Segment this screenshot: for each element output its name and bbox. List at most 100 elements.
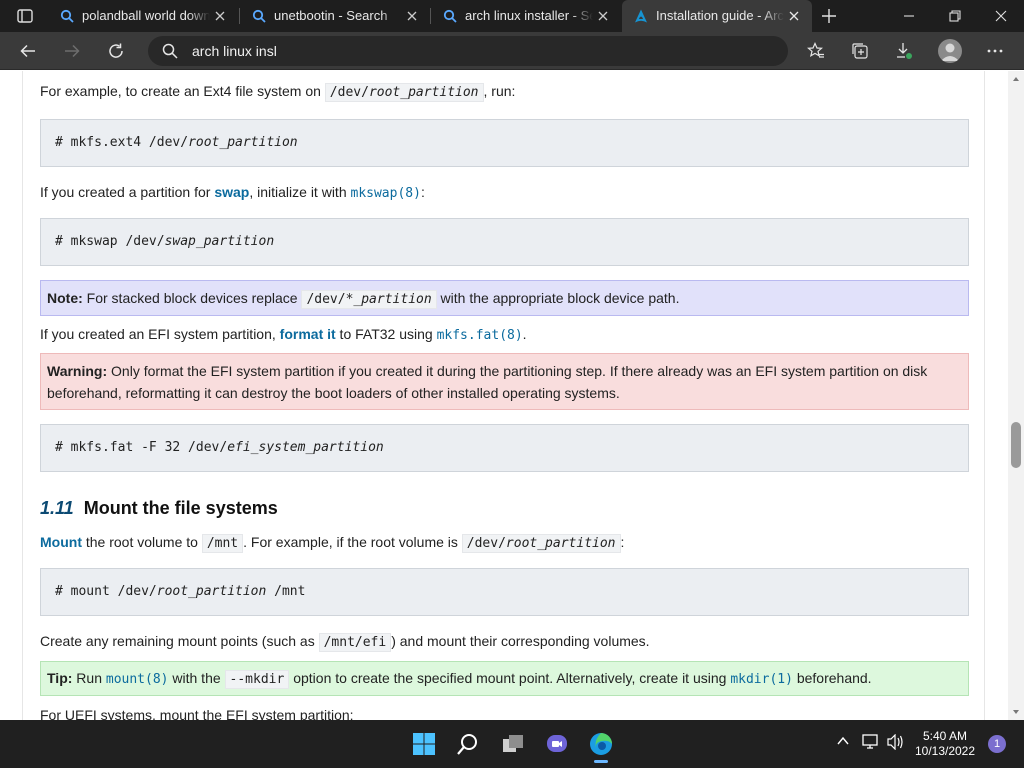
paragraph-efi: If you created an EFI system partition, … xyxy=(40,326,527,343)
collections-button[interactable] xyxy=(846,37,874,65)
code-text: # mkswap /dev/ xyxy=(55,234,165,249)
paragraph-uefi: For UEFI systems, mount the EFI system p… xyxy=(40,707,354,720)
chevron-up-icon[interactable] xyxy=(836,734,850,748)
collections-icon xyxy=(852,43,868,59)
text: : xyxy=(620,534,625,550)
close-tab-icon[interactable] xyxy=(404,8,420,24)
section-title: Mount the file systems xyxy=(83,498,278,518)
edge-browser-icon xyxy=(590,733,612,755)
new-tab-button[interactable] xyxy=(817,5,841,27)
address-input[interactable] xyxy=(192,41,752,61)
restore-icon xyxy=(949,10,961,22)
code-block-mkfs-fat[interactable]: # mkfs.fat -F 32 /dev/efi_system_partiti… xyxy=(40,424,969,472)
text: , run: xyxy=(483,83,516,99)
search-icon xyxy=(443,9,457,23)
tab-polandball[interactable]: polandball world down xyxy=(48,0,238,32)
network-icon[interactable] xyxy=(862,734,880,750)
system-clock[interactable]: 5:40 AM 10/13/2022 xyxy=(910,729,980,759)
text: For stacked block devices replace xyxy=(82,290,302,306)
link-mkfs-fat[interactable]: mkfs.fat(8) xyxy=(437,328,523,343)
forward-button[interactable] xyxy=(58,37,86,65)
note-label: Note: xyxy=(47,290,83,306)
code-text: /dev/ xyxy=(329,85,369,100)
close-tab-icon[interactable] xyxy=(786,8,802,24)
restore-button[interactable] xyxy=(932,0,978,32)
tip-box: Tip: Run mount(8) with the --mkdir optio… xyxy=(40,661,969,696)
inline-code-mnt: /mnt xyxy=(201,534,244,553)
refresh-icon xyxy=(109,43,123,58)
inline-code-mkdir: --mkdir xyxy=(224,670,290,689)
text: . For example, if the root volume is xyxy=(243,534,462,550)
text: Only format the EFI system partition if … xyxy=(107,363,928,379)
warning-box: Warning: Only format the EFI system part… xyxy=(40,353,969,410)
teams-chat-icon xyxy=(547,735,567,752)
code-text: /mnt xyxy=(266,584,306,599)
tab-installation-guide[interactable]: Installation guide - Arch xyxy=(622,0,812,32)
text: option to create the specified mount poi… xyxy=(289,670,731,686)
section-heading: 1.11 Mount the file systems xyxy=(40,498,278,519)
tab-unetbootin[interactable]: unetbootin - Search xyxy=(240,0,430,32)
tab-actions-button[interactable] xyxy=(8,5,42,27)
code-text: /dev/ xyxy=(306,292,346,307)
text: If you created a partition for xyxy=(40,184,215,200)
search-icon xyxy=(252,9,266,23)
vertical-scrollbar[interactable] xyxy=(1008,71,1024,720)
text: : xyxy=(420,184,425,200)
search-icon xyxy=(457,734,477,755)
link-mount-8[interactable]: mount(8) xyxy=(106,672,169,687)
notification-badge[interactable]: 1 xyxy=(988,735,1006,753)
close-tab-icon[interactable] xyxy=(212,8,228,24)
inline-code-root-partition: /dev/root_partition xyxy=(461,534,621,553)
link-mkdir-1[interactable]: mkdir(1) xyxy=(730,672,793,687)
code-text: efi_system_partition xyxy=(227,440,384,455)
tip-label: Tip: xyxy=(47,670,73,686)
inline-code-mnt-efi: /mnt/efi xyxy=(318,633,392,652)
task-view-button[interactable] xyxy=(497,728,529,760)
link-mkswap[interactable]: mkswap(8) xyxy=(351,186,421,201)
paragraph-swap: If you created a partition for swap, ini… xyxy=(40,184,425,201)
link-swap[interactable]: swap xyxy=(214,184,249,200)
tab-title: Installation guide - Arch xyxy=(656,8,784,23)
text: beforehand, reformatting it can destroy … xyxy=(47,385,620,401)
scrollbar-thumb[interactable] xyxy=(1011,422,1021,468)
start-button[interactable] xyxy=(408,728,440,760)
favorites-button[interactable] xyxy=(802,37,830,65)
taskbar-search-button[interactable] xyxy=(452,728,484,760)
download-icon xyxy=(897,43,912,59)
address-bar[interactable] xyxy=(148,36,788,66)
search-icon xyxy=(162,43,178,59)
code-block-mount[interactable]: # mount /dev/root_partition /mnt xyxy=(40,568,969,616)
task-view-icon xyxy=(503,735,523,752)
profile-avatar[interactable] xyxy=(938,39,962,63)
teams-chat-button[interactable] xyxy=(541,728,573,760)
text: . xyxy=(522,326,527,342)
settings-menu-button[interactable] xyxy=(981,37,1009,65)
volume-icon[interactable] xyxy=(886,734,904,750)
scroll-up-icon[interactable] xyxy=(1012,75,1020,83)
text: For example, to create an Ext4 file syst… xyxy=(40,83,325,99)
tab-title: unetbootin - Search xyxy=(274,8,402,23)
code-text: *_partition xyxy=(345,292,432,307)
code-block-mkfs-ext4[interactable]: # mkfs.ext4 /dev/root_partition xyxy=(40,119,969,167)
minimize-button[interactable] xyxy=(886,0,932,32)
text: beforehand. xyxy=(792,670,872,686)
clock-time: 5:40 AM xyxy=(922,729,968,743)
downloads-button[interactable] xyxy=(890,37,918,65)
clock-date: 10/13/2022 xyxy=(914,744,976,758)
tab-strip: polandball world down unetbootin - Searc… xyxy=(0,0,1024,32)
refresh-button[interactable] xyxy=(102,37,130,65)
edge-taskbar-button[interactable] xyxy=(585,728,617,763)
close-tab-icon[interactable] xyxy=(595,8,611,24)
tab-arch-installer[interactable]: arch linux installer - Sea xyxy=(431,0,621,32)
link-format-it[interactable]: format it xyxy=(280,326,336,342)
scroll-down-icon[interactable] xyxy=(1012,708,1020,716)
inline-code-partition: /dev/*_partition xyxy=(301,290,437,309)
code-block-mkswap[interactable]: # mkswap /dev/swap_partition xyxy=(40,218,969,266)
close-window-button[interactable] xyxy=(978,0,1024,32)
paragraph-mount: Mount the root volume to /mnt. For examp… xyxy=(40,534,625,553)
link-mount[interactable]: Mount xyxy=(40,534,82,550)
text: , initialize it with xyxy=(249,184,351,200)
code-text: root_partition xyxy=(188,135,298,150)
back-button[interactable] xyxy=(14,37,42,65)
code-text: root_partition xyxy=(368,85,479,100)
